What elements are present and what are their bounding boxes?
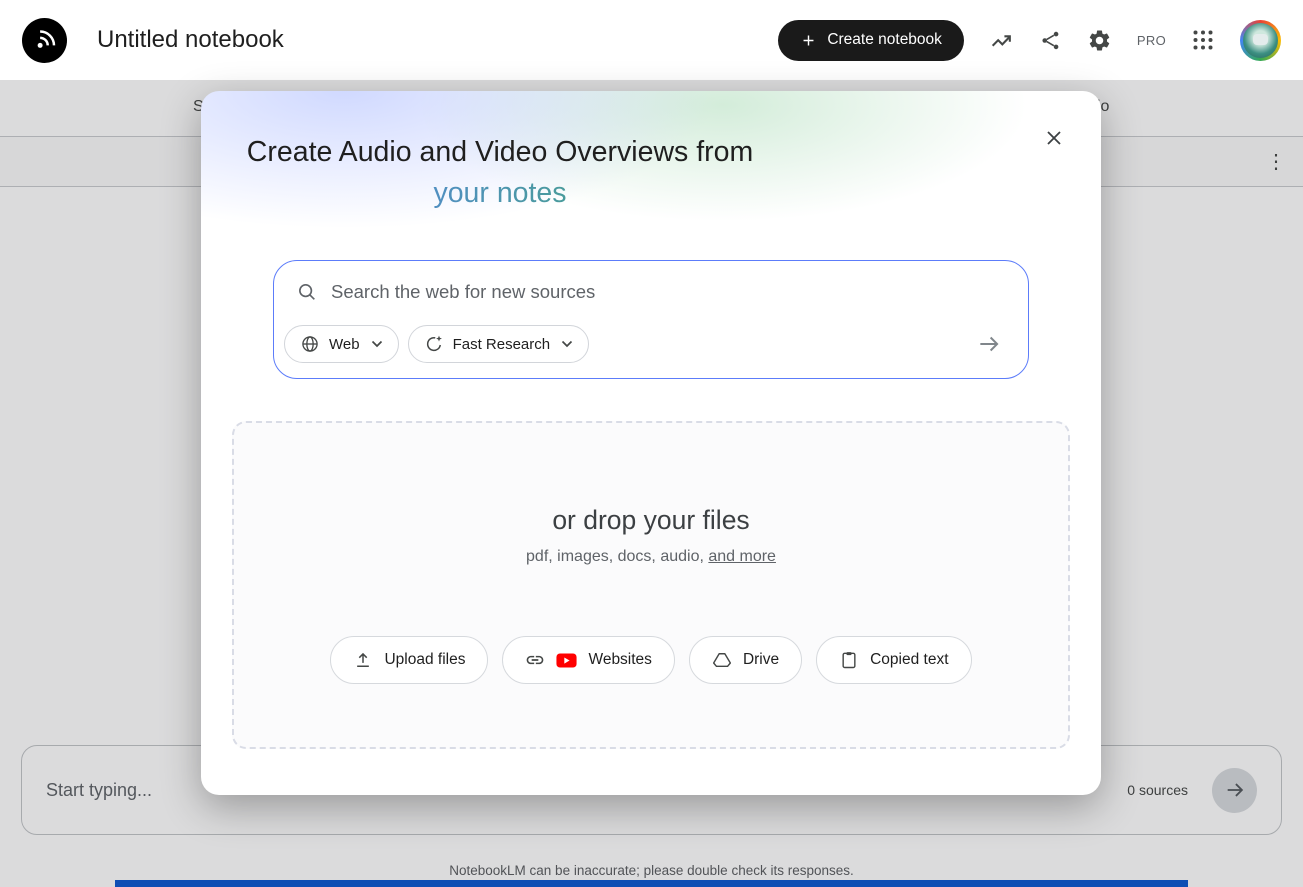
websites-label: Websites xyxy=(588,651,651,669)
research-mode-label: Fast Research xyxy=(453,336,551,353)
upload-files-label: Upload files xyxy=(384,651,465,669)
close-icon[interactable] xyxy=(1039,123,1069,153)
share-icon[interactable] xyxy=(1039,29,1062,52)
dropzone-title: or drop your files xyxy=(234,505,1068,536)
drive-button[interactable]: Drive xyxy=(689,636,802,684)
search-filters: Web Fast Research xyxy=(284,325,589,363)
chevron-down-icon xyxy=(371,340,383,349)
websites-button[interactable]: Websites xyxy=(502,636,674,684)
notebook-title[interactable]: Untitled notebook xyxy=(97,26,284,54)
dialog-title-line2: your notes xyxy=(229,173,771,214)
dropzone-subtitle-text: pdf, images, docs, audio, xyxy=(526,548,708,565)
dialog-title: Create Audio and Video Overviews from yo… xyxy=(229,132,771,214)
upload-icon xyxy=(353,650,373,670)
chevron-down-icon xyxy=(561,340,573,349)
sparkle-search-icon xyxy=(424,334,444,354)
avatar-image xyxy=(1243,23,1278,58)
dialog-title-line1: Create Audio and Video Overviews from xyxy=(229,132,771,173)
dropzone-subtitle: pdf, images, docs, audio, and more xyxy=(234,548,1068,566)
create-notebook-button[interactable]: Create notebook xyxy=(778,20,964,61)
app-header: Untitled notebook Create notebook xyxy=(0,0,1303,80)
web-filter-label: Web xyxy=(329,336,360,353)
web-search-box: Web Fast Research xyxy=(273,260,1029,379)
notebooklm-logo-icon[interactable] xyxy=(22,18,67,63)
drive-icon xyxy=(712,650,732,670)
link-icon xyxy=(525,650,545,670)
copied-text-button[interactable]: Copied text xyxy=(816,636,971,684)
source-buttons-row: Upload files Websites Drive xyxy=(234,636,1068,684)
and-more-link[interactable]: and more xyxy=(708,548,776,565)
user-avatar[interactable] xyxy=(1240,20,1281,61)
pro-badge: PRO xyxy=(1137,33,1166,48)
youtube-icon xyxy=(556,653,577,668)
analytics-icon[interactable] xyxy=(989,28,1014,53)
file-dropzone[interactable]: or drop your files pdf, images, docs, au… xyxy=(232,421,1070,749)
copied-text-label: Copied text xyxy=(870,651,948,669)
globe-icon xyxy=(300,334,320,354)
search-icon xyxy=(296,281,318,303)
search-submit-arrow-icon[interactable] xyxy=(972,327,1006,361)
add-sources-dialog: Create Audio and Video Overviews from yo… xyxy=(201,91,1101,795)
search-input[interactable] xyxy=(331,281,1006,303)
apps-grid-icon[interactable] xyxy=(1191,28,1215,52)
upload-files-button[interactable]: Upload files xyxy=(330,636,488,684)
settings-gear-icon[interactable] xyxy=(1087,28,1112,53)
research-mode-dropdown[interactable]: Fast Research xyxy=(408,325,590,363)
create-notebook-label: Create notebook xyxy=(827,31,942,49)
notebooklm-app: Untitled notebook Create notebook xyxy=(0,0,1303,887)
header-actions: Create notebook PRO xyxy=(778,20,1281,61)
clipboard-icon xyxy=(839,650,859,670)
web-filter-dropdown[interactable]: Web xyxy=(284,325,399,363)
drive-label: Drive xyxy=(743,651,779,669)
plus-icon xyxy=(800,32,817,49)
